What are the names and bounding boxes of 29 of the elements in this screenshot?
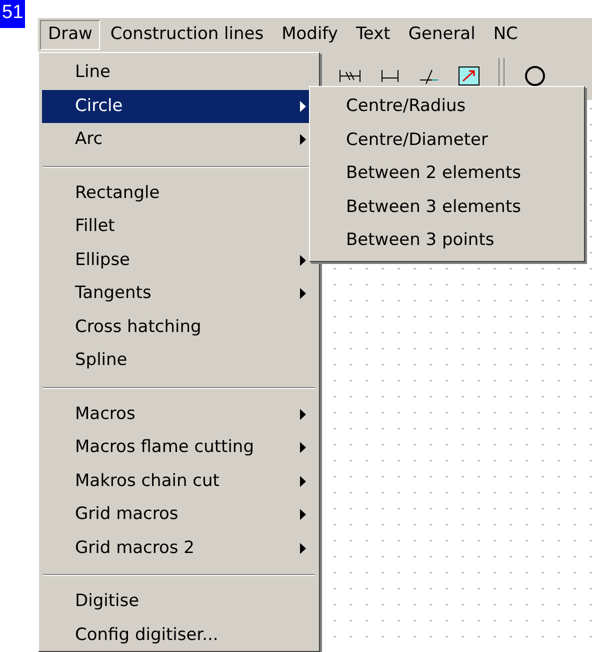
submenu-item[interactable]: Centre/Diameter <box>313 124 581 157</box>
menu-item[interactable]: Tangents <box>42 277 316 310</box>
menu-item[interactable]: Digitise <box>42 585 316 618</box>
menu-item[interactable]: Macros <box>42 398 316 431</box>
menu-item[interactable]: Grid macros <box>42 498 316 532</box>
submenu-item[interactable]: Between 2 elements <box>313 157 581 190</box>
page-number-badge: 51 <box>0 0 26 28</box>
submenu-item[interactable]: Between 3 points <box>313 224 581 258</box>
submenu-item[interactable]: Between 3 elements <box>313 190 581 224</box>
menu-bar-item[interactable]: Construction lines <box>102 20 272 50</box>
menu-item[interactable]: Config digitiser... <box>42 618 316 652</box>
menu-item[interactable]: Line <box>42 56 316 90</box>
menu-item[interactable]: Macros flame cutting <box>42 431 316 464</box>
dimension-icon[interactable] <box>380 68 400 84</box>
menu-item[interactable]: Cross hatching <box>42 310 316 344</box>
menu-item[interactable]: Ellipse <box>42 244 316 277</box>
dimension-icon[interactable] <box>338 68 362 84</box>
menu-item[interactable]: Spline <box>42 344 316 378</box>
angle-line-icon[interactable] <box>418 68 440 84</box>
menu-bar-item[interactable]: Text <box>348 20 398 50</box>
submenu-item[interactable]: Centre/Radius <box>313 90 581 124</box>
menu-bar-item[interactable]: Modify <box>274 20 346 50</box>
menu-item[interactable]: Makros chain cut <box>42 464 316 498</box>
menu-bar-item[interactable]: Draw <box>40 20 100 50</box>
menu-item[interactable]: Arc <box>42 123 316 156</box>
menu-bar-item[interactable]: NC <box>485 20 526 50</box>
circle-tool-icon[interactable] <box>524 65 546 87</box>
menu-item[interactable]: Grid macros 2 <box>42 532 316 565</box>
menu-bar-item[interactable]: General <box>400 20 484 50</box>
